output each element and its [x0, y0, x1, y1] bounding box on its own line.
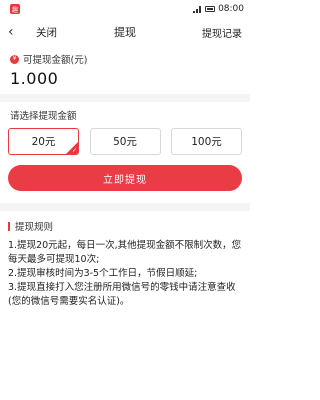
amount-option-label: 20元 [31, 136, 56, 148]
back-arrow-icon[interactable]: ‹ [8, 25, 22, 39]
rule-item: 3.提现直接打入您注册所用微信号的零钱中请注意查收(您的微信号需要实名认证)。 [8, 282, 236, 307]
balance-label-row: ¥ 可提现金额(元) [0, 46, 250, 66]
status-bar: 趣 08:00 [0, 0, 250, 18]
amount-option-50[interactable]: 50元 [89, 128, 161, 155]
rules-accent-bar [8, 221, 10, 231]
amount-option-label: 100元 [191, 136, 222, 148]
rules-list: 1.提现20元起，每日一次,其他提现金额不限制次数，您每天最多可提现10次; 2… [0, 233, 250, 309]
amount-section-title: 请选择提现金额 [10, 111, 77, 122]
amount-option-100[interactable]: 100元 [171, 128, 242, 155]
amount-option-label: 50元 [113, 136, 137, 148]
close-button[interactable]: 关闭 [36, 25, 57, 40]
page-title: 提现 [114, 26, 136, 39]
rules-header: 提现规则 [0, 211, 250, 233]
withdraw-now-button[interactable]: 立即提现 [8, 165, 242, 191]
check-icon: ✓ [71, 147, 77, 154]
withdraw-record-link[interactable]: 提现记录 [202, 25, 242, 40]
nav-bar: ‹ 关闭 提现 提现记录 [0, 18, 250, 46]
rules-title: 提现规则 [15, 222, 54, 233]
signal-icon [193, 5, 202, 13]
app-notification-icon: 趣 [10, 4, 20, 14]
balance-label: 可提现金额(元) [23, 55, 88, 66]
status-time: 08:00 [218, 4, 244, 14]
rule-item: 2.提现审核时间为3-5个工作日，节假日顺延; [8, 268, 198, 279]
rule-item: 1.提现20元起，每日一次,其他提现金额不限制次数，您每天最多可提现10次; [8, 240, 242, 265]
amount-options: 20元 ✓ 50元 100元 [0, 122, 250, 155]
amount-option-20[interactable]: 20元 ✓ [8, 128, 79, 155]
section-divider [0, 203, 250, 211]
coin-icon: ¥ [10, 54, 19, 64]
section-divider [0, 94, 250, 102]
balance-value: 1.000 [10, 69, 59, 88]
battery-icon [205, 6, 216, 12]
